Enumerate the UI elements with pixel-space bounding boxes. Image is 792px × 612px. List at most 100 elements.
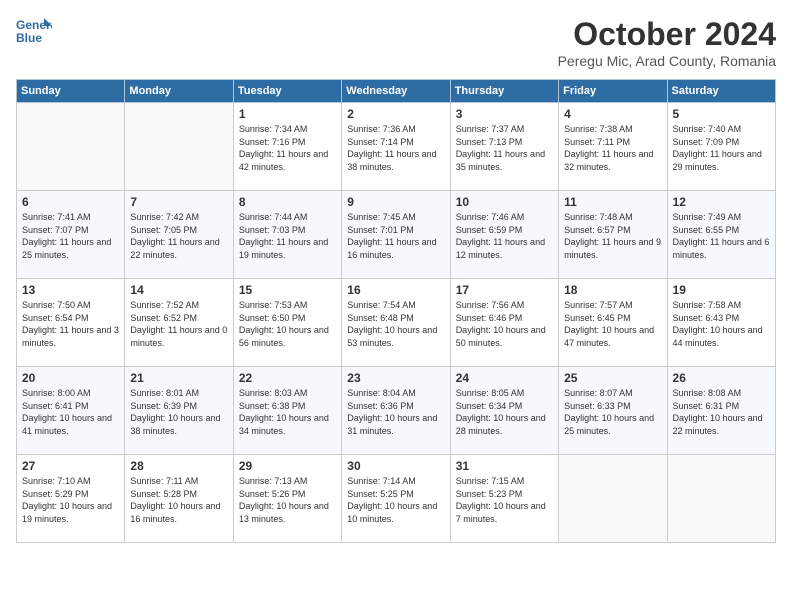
- day-info: Sunrise: 7:38 AM Sunset: 7:11 PM Dayligh…: [564, 123, 661, 173]
- weekday-header: Friday: [559, 80, 667, 103]
- day-number: 21: [130, 371, 227, 385]
- day-number: 19: [673, 283, 770, 297]
- weekday-header: Tuesday: [233, 80, 341, 103]
- day-info: Sunrise: 7:42 AM Sunset: 7:05 PM Dayligh…: [130, 211, 227, 261]
- logo: General Blue: [16, 16, 52, 46]
- day-number: 6: [22, 195, 119, 209]
- day-info: Sunrise: 7:40 AM Sunset: 7:09 PM Dayligh…: [673, 123, 770, 173]
- page-header: General Blue October 2024 Peregu Mic, Ar…: [16, 16, 776, 69]
- calendar-cell: 8Sunrise: 7:44 AM Sunset: 7:03 PM Daylig…: [233, 191, 341, 279]
- day-info: Sunrise: 7:36 AM Sunset: 7:14 PM Dayligh…: [347, 123, 444, 173]
- weekday-header: Wednesday: [342, 80, 450, 103]
- day-number: 11: [564, 195, 661, 209]
- calendar-cell: 3 Sunrise: 7:37 AM Sunset: 7:13 PM Daylig…: [450, 103, 558, 191]
- calendar-cell: 31Sunrise: 7:15 AM Sunset: 5:23 PM Dayli…: [450, 455, 558, 543]
- weekday-header: Sunday: [17, 80, 125, 103]
- day-number: 4: [564, 107, 661, 121]
- day-info: Sunrise: 7:50 AM Sunset: 6:54 PM Dayligh…: [22, 299, 119, 349]
- calendar-cell: 21 Sunrise: 8:01 AM Sunset: 6:39 PM Dayli…: [125, 367, 233, 455]
- calendar-cell: 27 Sunrise: 7:10 AM Sunset: 5:29 PM Dayli…: [17, 455, 125, 543]
- calendar-cell: 22 Sunrise: 8:03 AM Sunset: 6:38 PM Dayli…: [233, 367, 341, 455]
- calendar-cell: 29Sunrise: 7:13 AM Sunset: 5:26 PM Dayli…: [233, 455, 341, 543]
- day-info: Sunrise: 8:08 AM Sunset: 6:31 PM Dayligh…: [673, 387, 770, 437]
- day-info: Sunrise: 7:46 AM Sunset: 6:59 PM Dayligh…: [456, 211, 553, 261]
- weekday-header: Saturday: [667, 80, 775, 103]
- day-number: 30: [347, 459, 444, 473]
- calendar-cell: 2 Sunrise: 7:36 AM Sunset: 7:14 PM Daylig…: [342, 103, 450, 191]
- day-number: 5: [673, 107, 770, 121]
- day-number: 23: [347, 371, 444, 385]
- day-number: 15: [239, 283, 336, 297]
- day-number: 27: [22, 459, 119, 473]
- day-number: 29: [239, 459, 336, 473]
- calendar-cell: 24 Sunrise: 8:05 AM Sunset: 6:34 PM Dayli…: [450, 367, 558, 455]
- month-title: October 2024: [558, 16, 776, 53]
- day-info: Sunrise: 7:45 AM Sunset: 7:01 PM Dayligh…: [347, 211, 444, 261]
- calendar-cell: 13 Sunrise: 7:50 AM Sunset: 6:54 PM Dayli…: [17, 279, 125, 367]
- day-number: 10: [456, 195, 553, 209]
- calendar-cell: 25Sunrise: 8:07 AM Sunset: 6:33 PM Dayli…: [559, 367, 667, 455]
- calendar-cell: [667, 455, 775, 543]
- day-number: 14: [130, 283, 227, 297]
- calendar-cell: 16 Sunrise: 7:54 AM Sunset: 6:48 PM Dayli…: [342, 279, 450, 367]
- weekday-header-row: SundayMondayTuesdayWednesdayThursdayFrid…: [17, 80, 776, 103]
- day-number: 1: [239, 107, 336, 121]
- day-number: 13: [22, 283, 119, 297]
- day-number: 20: [22, 371, 119, 385]
- calendar-cell: 14 Sunrise: 7:52 AM Sunset: 6:52 PM Dayli…: [125, 279, 233, 367]
- calendar-cell: 19Sunrise: 7:58 AM Sunset: 6:43 PM Dayli…: [667, 279, 775, 367]
- weekday-header: Monday: [125, 80, 233, 103]
- title-block: October 2024 Peregu Mic, Arad County, Ro…: [558, 16, 776, 69]
- calendar-cell: 26 Sunrise: 8:08 AM Sunset: 6:31 PM Dayli…: [667, 367, 775, 455]
- day-info: Sunrise: 7:49 AM Sunset: 6:55 PM Dayligh…: [673, 211, 770, 261]
- day-info: Sunrise: 8:05 AM Sunset: 6:34 PM Dayligh…: [456, 387, 553, 437]
- day-info: Sunrise: 7:52 AM Sunset: 6:52 PM Dayligh…: [130, 299, 227, 349]
- calendar-cell: 1Sunrise: 7:34 AM Sunset: 7:16 PM Daylig…: [233, 103, 341, 191]
- day-info: Sunrise: 7:37 AM Sunset: 7:13 PM Dayligh…: [456, 123, 553, 173]
- day-info: Sunrise: 7:14 AM Sunset: 5:25 PM Dayligh…: [347, 475, 444, 525]
- day-info: Sunrise: 7:54 AM Sunset: 6:48 PM Dayligh…: [347, 299, 444, 349]
- day-info: Sunrise: 7:57 AM Sunset: 6:45 PM Dayligh…: [564, 299, 661, 349]
- calendar-cell: [559, 455, 667, 543]
- day-number: 9: [347, 195, 444, 209]
- day-info: Sunrise: 7:11 AM Sunset: 5:28 PM Dayligh…: [130, 475, 227, 525]
- day-info: Sunrise: 8:03 AM Sunset: 6:38 PM Dayligh…: [239, 387, 336, 437]
- calendar-cell: 5 Sunrise: 7:40 AM Sunset: 7:09 PM Daylig…: [667, 103, 775, 191]
- calendar-cell: 11 Sunrise: 7:48 AM Sunset: 6:57 PM Dayli…: [559, 191, 667, 279]
- day-number: 3: [456, 107, 553, 121]
- calendar-cell: 15 Sunrise: 7:53 AM Sunset: 6:50 PM Dayli…: [233, 279, 341, 367]
- day-info: Sunrise: 7:56 AM Sunset: 6:46 PM Dayligh…: [456, 299, 553, 349]
- day-number: 17: [456, 283, 553, 297]
- day-info: Sunrise: 7:48 AM Sunset: 6:57 PM Dayligh…: [564, 211, 661, 261]
- day-number: 26: [673, 371, 770, 385]
- day-number: 24: [456, 371, 553, 385]
- day-number: 18: [564, 283, 661, 297]
- calendar-cell: 18 Sunrise: 7:57 AM Sunset: 6:45 PM Dayli…: [559, 279, 667, 367]
- calendar-cell: 30 Sunrise: 7:14 AM Sunset: 5:25 PM Dayli…: [342, 455, 450, 543]
- calendar-cell: 6Sunrise: 7:41 AM Sunset: 7:07 PM Daylig…: [17, 191, 125, 279]
- calendar-table: SundayMondayTuesdayWednesdayThursdayFrid…: [16, 79, 776, 543]
- location-title: Peregu Mic, Arad County, Romania: [558, 53, 776, 69]
- weekday-header: Thursday: [450, 80, 558, 103]
- day-number: 2: [347, 107, 444, 121]
- day-info: Sunrise: 7:10 AM Sunset: 5:29 PM Dayligh…: [22, 475, 119, 525]
- calendar-week-row: 1Sunrise: 7:34 AM Sunset: 7:16 PM Daylig…: [17, 103, 776, 191]
- day-info: Sunrise: 8:04 AM Sunset: 6:36 PM Dayligh…: [347, 387, 444, 437]
- calendar-cell: 23 Sunrise: 8:04 AM Sunset: 6:36 PM Dayli…: [342, 367, 450, 455]
- day-number: 22: [239, 371, 336, 385]
- day-info: Sunrise: 8:01 AM Sunset: 6:39 PM Dayligh…: [130, 387, 227, 437]
- calendar-week-row: 6Sunrise: 7:41 AM Sunset: 7:07 PM Daylig…: [17, 191, 776, 279]
- calendar-week-row: 27 Sunrise: 7:10 AM Sunset: 5:29 PM Dayli…: [17, 455, 776, 543]
- day-info: Sunrise: 8:00 AM Sunset: 6:41 PM Dayligh…: [22, 387, 119, 437]
- calendar-cell: 12 Sunrise: 7:49 AM Sunset: 6:55 PM Dayli…: [667, 191, 775, 279]
- calendar-cell: 7Sunrise: 7:42 AM Sunset: 7:05 PM Daylig…: [125, 191, 233, 279]
- day-number: 8: [239, 195, 336, 209]
- calendar-cell: 10 Sunrise: 7:46 AM Sunset: 6:59 PM Dayli…: [450, 191, 558, 279]
- day-number: 16: [347, 283, 444, 297]
- day-info: Sunrise: 7:53 AM Sunset: 6:50 PM Dayligh…: [239, 299, 336, 349]
- day-number: 12: [673, 195, 770, 209]
- calendar-cell: [17, 103, 125, 191]
- calendar-week-row: 20 Sunrise: 8:00 AM Sunset: 6:41 PM Dayli…: [17, 367, 776, 455]
- day-info: Sunrise: 8:07 AM Sunset: 6:33 PM Dayligh…: [564, 387, 661, 437]
- day-info: Sunrise: 7:15 AM Sunset: 5:23 PM Dayligh…: [456, 475, 553, 525]
